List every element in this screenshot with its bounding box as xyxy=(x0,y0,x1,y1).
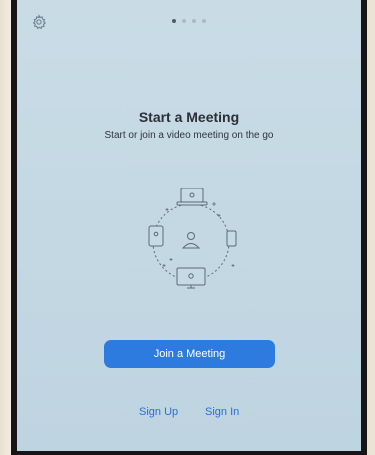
page-dot[interactable] xyxy=(202,19,206,23)
phone-icon xyxy=(226,230,237,247)
sign-up-link[interactable]: Sign Up xyxy=(139,406,178,418)
monitor-icon xyxy=(176,267,206,289)
app-screen: Start a Meeting Start or join a video me… xyxy=(17,0,361,451)
page-title: Start a Meeting xyxy=(138,109,240,125)
meeting-devices-illustration xyxy=(148,188,237,289)
user-icon xyxy=(181,232,201,249)
tablet-icon xyxy=(148,225,164,247)
sign-in-link[interactable]: Sign In xyxy=(205,406,239,418)
page-subtitle: Start or join a video meeting on the go xyxy=(104,130,274,141)
page-indicator xyxy=(17,19,361,23)
page-dot[interactable] xyxy=(192,19,196,23)
laptop-icon xyxy=(176,188,208,206)
page-dot-active[interactable] xyxy=(172,19,176,23)
sparkle-icons xyxy=(162,202,235,267)
page-dot[interactable] xyxy=(182,19,186,23)
join-meeting-button[interactable]: Join a Meeting xyxy=(104,340,275,368)
